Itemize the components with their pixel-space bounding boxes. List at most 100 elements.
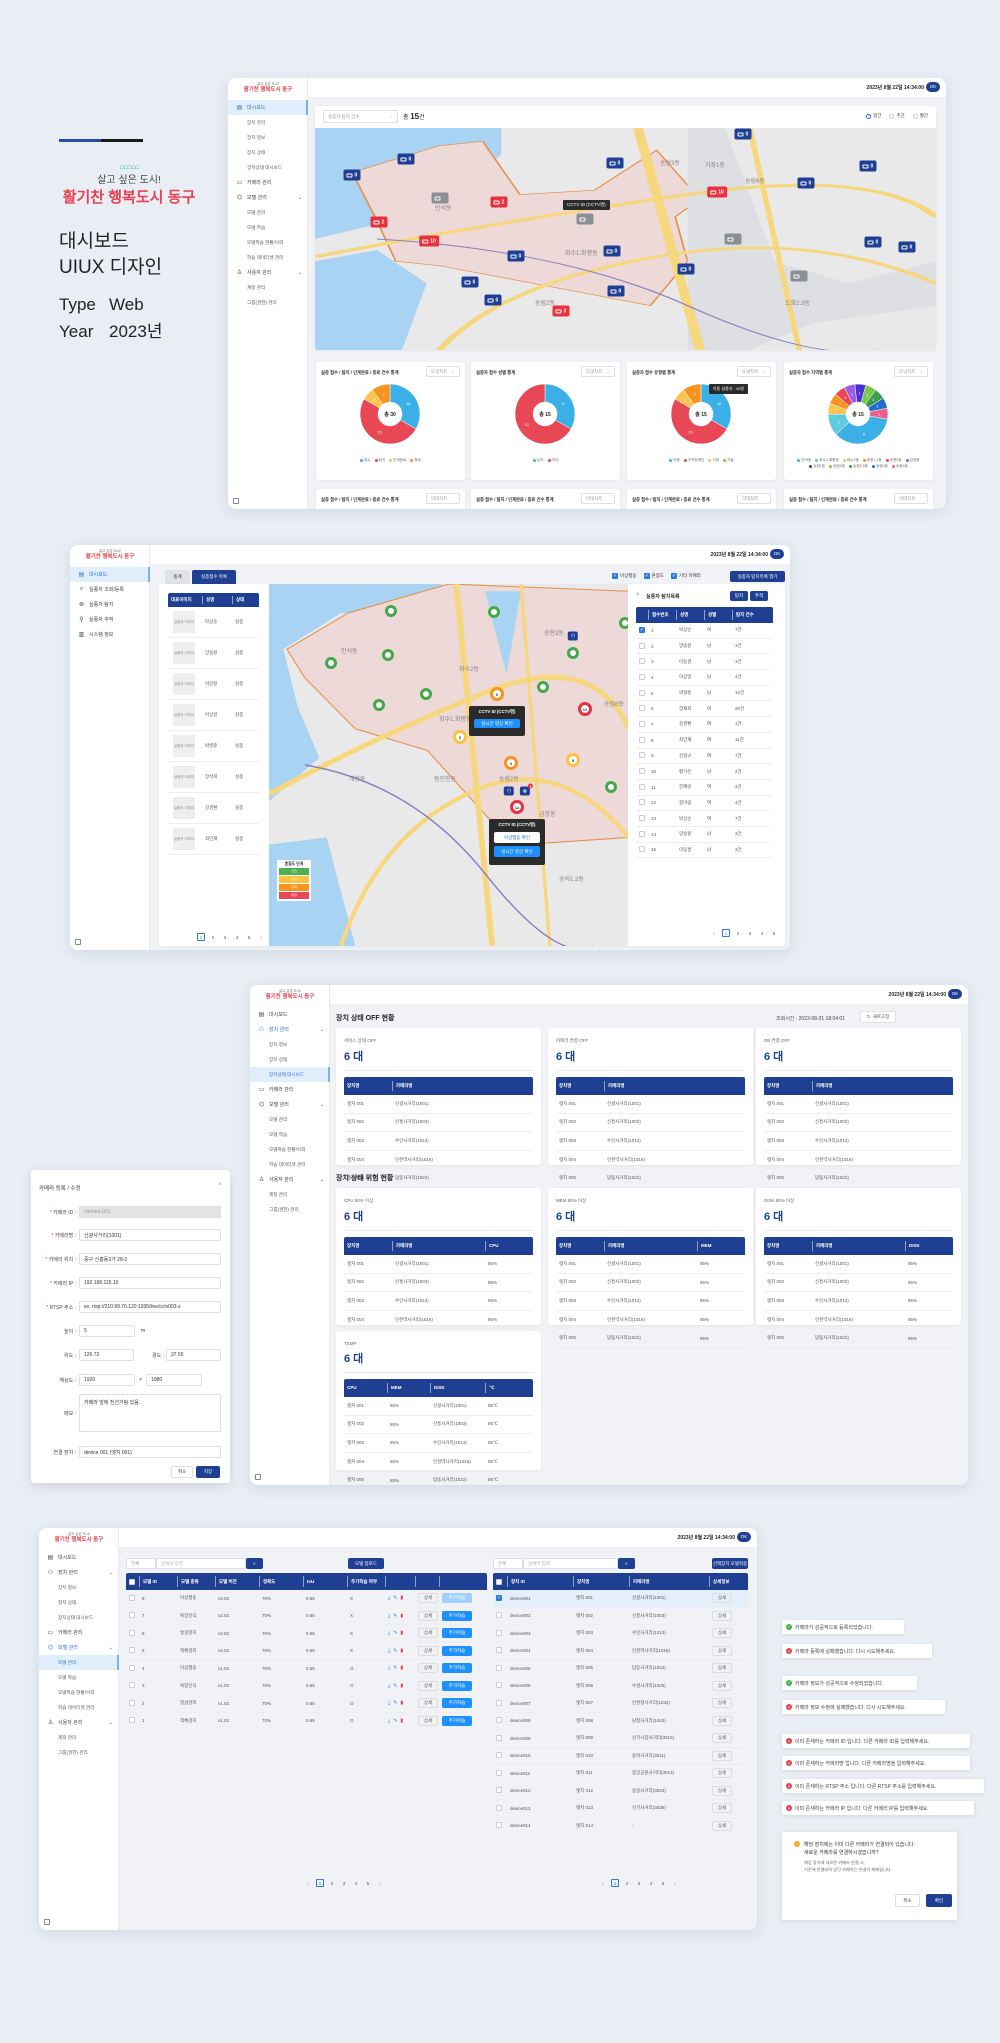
legend-item[interactable]: 남자	[532, 458, 544, 463]
detail-button[interactable]: 상세	[712, 1733, 732, 1744]
cctv-marker[interactable]	[431, 192, 449, 204]
detail-button[interactable]: 상세	[418, 1610, 438, 1621]
table-row[interactable]: 실종자 이미지 양승원 실종	[168, 638, 259, 669]
cctv-marker[interactable]: 2	[490, 196, 508, 208]
detail-button[interactable]: 상세	[418, 1645, 438, 1656]
delete-icon[interactable]: ▮	[400, 1683, 403, 1689]
cctv-marker[interactable]: 0	[898, 241, 916, 253]
page-button[interactable]: ‹	[710, 929, 718, 937]
legend-item[interactable]: 화수2동	[842, 458, 859, 463]
longitude-input[interactable]: 37.55	[166, 1349, 221, 1361]
cctv-marker[interactable]	[576, 213, 594, 225]
cctv-marker[interactable]: 0	[864, 236, 882, 248]
page-button[interactable]: ›	[782, 929, 785, 937]
legend-item[interactable]: 만석동	[797, 458, 811, 463]
page-button[interactable]: 2	[328, 1879, 336, 1887]
search-input[interactable]: 검색어 입력	[523, 1558, 618, 1569]
field-input[interactable]: ex. rtsp://210.99.70.120:1935/live/cctv0…	[79, 1301, 221, 1313]
live-video-button[interactable]: 실시간 영상 확인	[494, 846, 540, 857]
row-checkbox[interactable]	[639, 736, 645, 743]
cctv-marker[interactable]: 0	[677, 263, 695, 275]
sidebar-item[interactable]: ⚇ 장치 관리 ⌄	[39, 1565, 119, 1580]
congestion-marker-safe[interactable]	[420, 688, 432, 700]
sidebar-item[interactable]: 그룹(권한) 관리	[39, 1745, 119, 1760]
page-button[interactable]: 1	[197, 933, 205, 941]
row-checkbox[interactable]	[496, 1787, 502, 1794]
column-header[interactable]: 장치 ID	[507, 1576, 573, 1587]
detail-button[interactable]: 상세	[712, 1610, 732, 1621]
row-checkbox[interactable]	[496, 1699, 502, 1706]
donut-chart[interactable]: 101523총 30	[316, 380, 465, 460]
download-icon[interactable]: ⤓	[388, 1683, 390, 1689]
cctv-marker[interactable]: 0	[461, 276, 479, 288]
legend-item[interactable]: 송현3동	[885, 458, 902, 463]
stat-type-select[interactable]: 실종자 탐지 건수 ⌄	[323, 110, 398, 123]
additional-training-button[interactable]: 추가학습	[442, 1645, 472, 1656]
cctv-marker[interactable]: 0	[606, 157, 624, 169]
detail-button[interactable]: 상세	[712, 1715, 732, 1726]
cctv-marker[interactable]	[724, 233, 742, 245]
sidebar-item[interactable]: 모델 관리	[250, 1112, 330, 1127]
download-icon[interactable]: ⤓	[388, 1630, 390, 1636]
ok-button[interactable]: OK	[926, 82, 940, 92]
chevron-down-icon[interactable]: ⌄	[298, 270, 302, 276]
tab[interactable]: 실종접수 목록	[192, 570, 236, 584]
filter-checkbox[interactable]: ✓ 혼잡도	[643, 573, 664, 579]
legend-item[interactable]: 가출	[723, 458, 734, 463]
row-checkbox[interactable]	[496, 1822, 502, 1829]
sidebar-item[interactable]: ⌬ 모델 관리 ⌄	[250, 1097, 330, 1112]
chart-type-select[interactable]: 막대차트	[737, 493, 771, 504]
collapse-sidebar-icon[interactable]	[233, 498, 239, 504]
field-input[interactable]: 신광사거리(1001)	[79, 1229, 221, 1241]
period-radio[interactable]: 월간	[912, 113, 928, 119]
row-checkbox[interactable]	[639, 720, 645, 727]
cctv-marker[interactable]: 0	[859, 160, 877, 172]
row-checkbox[interactable]	[129, 1629, 135, 1636]
detail-button[interactable]: 상세	[712, 1785, 732, 1796]
detail-button[interactable]: 상세	[418, 1715, 438, 1726]
row-checkbox[interactable]	[496, 1647, 502, 1654]
delete-icon[interactable]: ▮	[400, 1700, 403, 1706]
row-checkbox[interactable]	[496, 1717, 502, 1724]
row-checkbox[interactable]	[639, 830, 645, 837]
sidebar-item[interactable]: ▭ 카메라 관리	[39, 1625, 119, 1640]
congestion-marker-safe[interactable]	[325, 657, 337, 669]
sidebar-item[interactable]: ▭ 카메라 관리	[228, 175, 308, 190]
row-checkbox[interactable]	[639, 799, 645, 806]
delete-icon[interactable]: ▮	[400, 1613, 403, 1619]
table-row[interactable]: 실종자 이미지 강경환 실종	[168, 793, 259, 824]
edit-icon[interactable]: ✎	[393, 1595, 397, 1601]
page-button[interactable]: 3	[221, 933, 229, 941]
delete-icon[interactable]: ▮	[400, 1630, 403, 1636]
legend-item[interactable]: 지적장애인	[683, 458, 704, 463]
detail-button[interactable]: 상세	[418, 1680, 438, 1691]
collapse-sidebar-icon[interactable]	[255, 1474, 261, 1480]
row-checkbox[interactable]	[496, 1769, 502, 1776]
additional-training-button[interactable]: 추가학습	[442, 1715, 472, 1726]
additional-training-button[interactable]: 추가학습	[442, 1610, 472, 1621]
chart-type-select[interactable]: 막대차트	[581, 493, 615, 504]
page-button[interactable]: 1	[722, 929, 730, 937]
chevron-down-icon[interactable]: ⌄	[320, 1102, 324, 1108]
chevron-down-icon[interactable]: ⌄	[109, 1645, 113, 1651]
detail-button[interactable]: 상세	[712, 1663, 732, 1674]
collapse-sidebar-icon[interactable]	[75, 939, 81, 945]
download-icon[interactable]: ⤓	[388, 1665, 390, 1671]
sidebar-item[interactable]: 학습 데이터셋 관리	[228, 250, 308, 265]
congestion-marker-safe[interactable]	[605, 781, 617, 793]
row-checkbox[interactable]	[496, 1664, 502, 1671]
sidebar-item[interactable]: 모델 학습	[39, 1670, 119, 1685]
row-checkbox[interactable]	[639, 689, 645, 696]
sidebar-item[interactable]: 그룹(권한) 관리	[250, 1202, 330, 1217]
cancel-button[interactable]: 취소	[895, 1894, 920, 1907]
page-button[interactable]: 5	[770, 929, 778, 937]
legend-item[interactable]: 접수	[359, 458, 371, 463]
detail-button[interactable]: 상세	[712, 1628, 732, 1639]
device-select[interactable]: device 001 (엣지 001)	[79, 1446, 221, 1458]
download-icon[interactable]: ⤓	[388, 1718, 390, 1724]
collapse-sidebar-icon[interactable]	[44, 1919, 50, 1925]
donut-chart[interactable]: 101523총 15	[627, 380, 776, 460]
legend-item[interactable]: 송림3.5동	[849, 464, 868, 469]
delete-icon[interactable]: ▮	[400, 1648, 403, 1654]
detail-button[interactable]: 상세	[712, 1803, 732, 1814]
